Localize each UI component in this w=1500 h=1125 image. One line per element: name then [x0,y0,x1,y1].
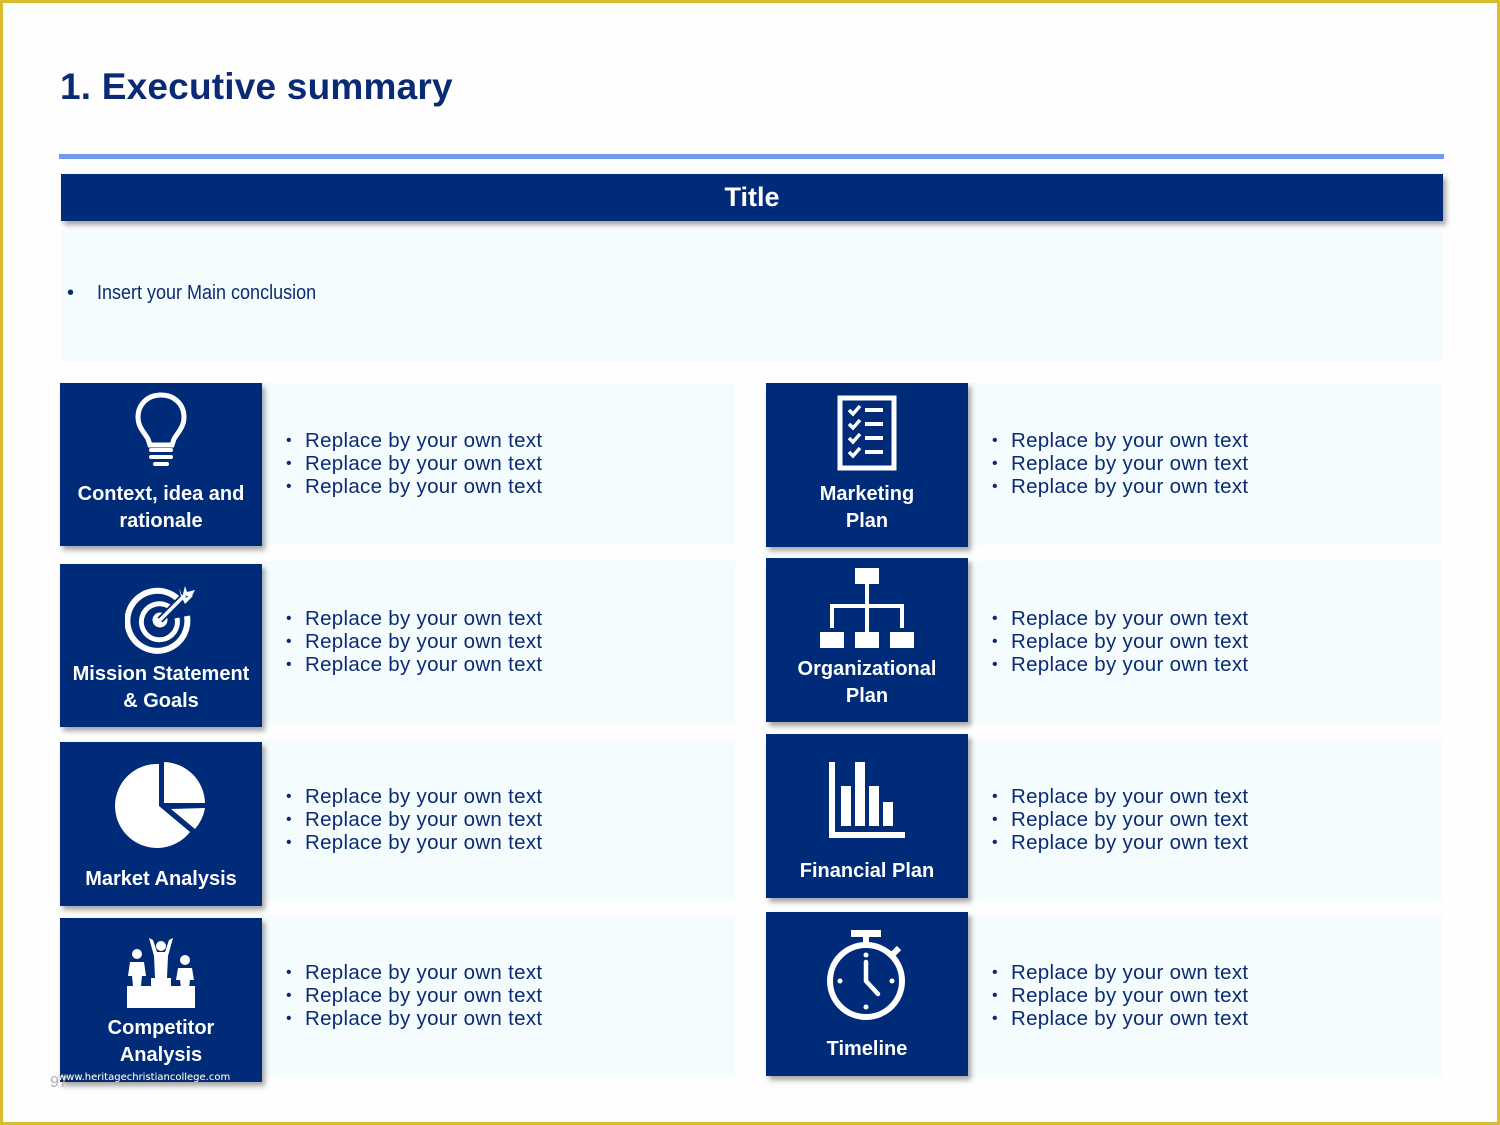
list-item: • Replace by your own text [992,808,1249,831]
checklist-icon [766,395,968,471]
section-market: Market Analysis [60,742,262,906]
list-item: • Replace by your own text [286,653,543,676]
section-label: Timeline [826,1038,908,1060]
list-item: • Replace by your own text [286,630,543,653]
list-item: • Replace by your own text [992,984,1249,1007]
mission-bullets: • Replace by your own text • Replace by yo… [286,607,542,676]
title-bar-label: Title [724,182,780,212]
list-item: • Replace by your own text [286,961,543,984]
watermark: www.heritagechristiancollege.com [58,1072,231,1083]
main-conclusion-item: • Insert your Main conclusion [67,282,340,305]
section-financial: Financial Plan [766,734,968,898]
timeline-bullets: • Replace by your own text • Replace by yo… [992,961,1248,1030]
list-item: • Replace by your own text [992,831,1249,854]
lightbulb-icon [60,391,262,467]
list-item: • Replace by your own text [992,607,1249,630]
marketing-bullets: • Replace by your own text • Replace by yo… [992,429,1248,498]
section-label: Competitor Analysis [107,1017,215,1066]
section-label: Organizational Plan [797,658,937,707]
org-chart-icon [766,566,968,650]
financial-bullets: • Replace by your own text • Replace by yo… [992,785,1248,854]
list-item: • Replace by your own text [286,808,543,831]
main-conclusion-text: Insert your Main conclusion [97,282,317,304]
target-icon [60,582,262,654]
list-item: • Replace by your own text [992,475,1249,498]
list-item: • Replace by your own text [286,429,543,452]
list-item: • Replace by your own text [286,984,543,1007]
list-item: • Replace by your own text [992,785,1249,808]
list-item: • Replace by your own text [286,475,543,498]
section-label: Market Analysis [85,868,237,890]
section-label: Mission Statement & Goals [72,663,250,712]
section-context: Context, idea and rationale [60,383,262,546]
section-label: Financial Plan [799,860,935,882]
list-item: • Replace by your own text [992,961,1249,984]
bar-chart-icon [766,760,968,838]
section-organizational: Organizational Plan [766,558,968,722]
stopwatch-icon [766,928,968,1022]
pie-chart-icon [60,760,262,852]
podium-icon [60,938,262,1010]
organizational-bullets: • Replace by your own text • Replace by yo… [992,607,1248,676]
list-item: • Replace by your own text [992,1007,1249,1030]
title-divider [59,154,1444,159]
list-item: • Replace by your own text [286,831,543,854]
page-title: 1. Executive summary [60,66,453,107]
main-conclusion-panel: • Insert your Main conclusion [61,230,1443,362]
bullet-dot: • [67,282,75,304]
section-competitor: Competitor Analysis [60,918,262,1082]
list-item: • Replace by your own text [286,607,543,630]
competitor-bullets: • Replace by your own text • Replace by yo… [286,961,542,1030]
list-item: • Replace by your own text [992,452,1249,475]
list-item: • Replace by your own text [286,785,543,808]
title-bar: Title [61,174,1443,221]
list-item: • Replace by your own text [992,429,1249,452]
list-item: • Replace by your own text [286,1007,543,1030]
market-bullets: • Replace by your own text • Replace by yo… [286,785,542,854]
section-label: Marketing Plan [819,483,915,532]
list-item: • Replace by your own text [992,653,1249,676]
section-marketing: Marketing Plan [766,383,968,547]
list-item: • Replace by your own text [992,630,1249,653]
section-label: Context, idea and rationale [77,483,245,532]
context-bullets: • Replace by your own text • Replace by yo… [286,429,542,498]
section-timeline: Timeline [766,912,968,1076]
list-item: • Replace by your own text [286,452,543,475]
section-mission: Mission Statement & Goals [60,564,262,727]
